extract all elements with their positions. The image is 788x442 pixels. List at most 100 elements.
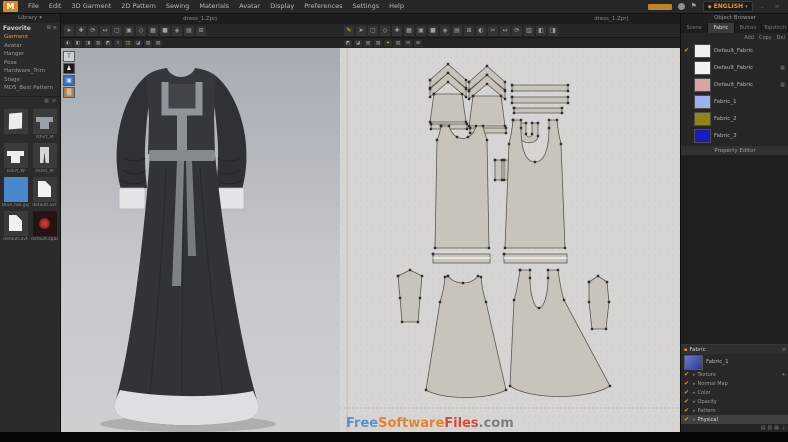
footer-icon[interactable]: ＋ [781,425,786,432]
tool-icon[interactable]: ◫ [124,39,132,47]
view-toggle-icon[interactable]: T [63,51,75,62]
view-toggle-icon[interactable]: ▣ [63,75,75,86]
fabric-property-row[interactable]: ✔ ▸ Physical [681,415,788,424]
close-button[interactable]: ✕ [772,3,782,11]
tool-icon[interactable]: ⊟ [404,39,412,47]
tool-icon[interactable]: ▤ [394,39,402,47]
tool-icon[interactable]: ▨ [154,39,162,47]
library-item[interactable]: Avatar [0,42,60,51]
sleeve-small-left[interactable] [398,270,422,322]
library-item[interactable]: Garment [0,33,60,42]
tool-icon[interactable]: ➤ [64,25,74,36]
menu-icon[interactable]: ≡ [782,347,786,353]
menu-item[interactable]: Help [384,0,409,13]
footer-icon[interactable]: ▤ [761,425,766,431]
tool-icon[interactable]: ▤ [184,25,194,36]
menu-item[interactable]: Preferences [299,0,347,13]
tool-icon[interactable]: ↔ [100,25,110,36]
fabric-swatch[interactable] [694,128,711,143]
fabric-row[interactable]: ✔ Default_Fabric ▦ [681,42,788,59]
tool-icon[interactable]: ▨ [374,39,382,47]
tool-icon[interactable]: ▧ [364,39,372,47]
library-thumbnail[interactable]: default.avt [2,210,29,243]
canvas-2d[interactable] [340,48,680,442]
library-thumbnail[interactable]: Tshirt_M [31,108,58,141]
fabric-row[interactable]: ✔ Default_Fabric ▦ [681,59,788,76]
bodice-front-hem[interactable] [433,254,491,264]
sleeve-stack-right[interactable] [469,66,506,133]
library-item[interactable]: Stage [0,76,60,85]
check-icon[interactable]: ✔ [684,416,691,423]
menu-item[interactable]: Materials [194,0,234,13]
tool-icon[interactable]: ✂ [488,25,498,36]
tool-icon[interactable]: ⟳ [88,25,98,36]
tool-icon[interactable]: ▣ [416,25,426,36]
tool-icon[interactable]: ▥ [94,39,102,47]
tool-icon[interactable]: ▧ [144,39,152,47]
tool-icon[interactable]: ◐ [64,39,72,47]
cuff-1[interactable] [495,160,502,180]
library-thumbnail[interactable]: default.zpac [31,210,58,243]
tool-icon[interactable]: ⊞ [196,25,206,36]
fabric-swatch[interactable] [694,60,711,75]
tool-icon[interactable]: ◐ [476,25,486,36]
tool-icon[interactable]: ▣ [124,25,134,36]
tool-icon[interactable]: ◩ [344,39,352,47]
fabric-property-row[interactable]: ✔ ▸ Pattern [681,406,788,415]
tool-icon[interactable]: ◩ [104,39,112,47]
fabric-action-button[interactable]: Copy [759,35,772,41]
check-icon[interactable]: ✔ [684,407,691,414]
fabric-row[interactable]: ✔ Fabric_1 ▦ [681,93,788,110]
menu-item[interactable]: Edit [44,0,67,13]
minimize-button[interactable]: – [759,3,767,11]
object-browser-tab[interactable]: Button [735,23,762,33]
tool-icon[interactable]: ■ [160,25,170,36]
menu-item[interactable]: Sewing [161,0,195,13]
menu-item[interactable]: Settings [347,0,384,13]
tool-icon[interactable]: ▦ [148,25,158,36]
tool-icon[interactable]: ◨ [84,39,92,47]
fabric-swatch[interactable] [694,77,711,92]
library-thumbnail[interactable]: Pants_M [31,142,58,175]
view-mode-icon[interactable]: ≡ [52,98,56,104]
check-icon[interactable]: ✔ [684,389,691,396]
view-toggle-icon[interactable]: ▒ [63,87,75,98]
library-thumbnail[interactable]: Blue_fab.jpg [2,176,29,209]
library-thumbnail[interactable]: Tshirt_W [2,142,29,175]
fabric-property-row[interactable]: ✔ ▸ Color [681,388,788,397]
sleeve-small-right[interactable] [589,276,609,329]
tool-icon[interactable]: ◇ [380,25,390,36]
fabric-selected-item[interactable]: Fabric_1 [681,354,788,370]
tool-icon[interactable]: ⊞ [414,39,422,47]
fabric-swatch[interactable] [694,94,711,109]
view-toggle-icon[interactable]: ♟ [63,63,75,74]
tool-icon[interactable]: ■ [428,25,438,36]
viewport-2d-tab[interactable]: dress_1.Zprj [340,13,680,24]
tool-icon[interactable]: ▤ [452,25,462,36]
tool-icon[interactable]: ✚ [392,25,402,36]
tool-icon[interactable]: ⟳ [512,25,522,36]
fabric-row[interactable]: ✔ Default_Fabric ▦ [681,76,788,93]
view-mode-icon[interactable]: ▦ [44,98,49,104]
fabric-property-row[interactable]: ✔ ▸ Texture + [681,370,788,379]
tool-icon[interactable]: ➤ [356,25,366,36]
library-thumbnail[interactable]: default.avt [31,176,58,209]
tool-icon[interactable]: ✚ [76,25,86,36]
tool-icon[interactable]: ▦ [404,25,414,36]
flag-icon[interactable]: ⚑ [691,3,697,10]
fabric-action-button[interactable]: Del [777,35,785,41]
footer-icon[interactable]: ▦ [774,425,779,431]
menu-item[interactable]: Avatar [234,0,265,13]
menu-item[interactable]: Display [265,0,299,13]
neck-facing[interactable] [520,123,538,144]
tool-icon[interactable]: ▥ [524,25,534,36]
language-dropdown[interactable]: ◆ ENGLISH ▾ [702,1,753,12]
tool-icon[interactable]: ⊞ [464,25,474,36]
fabric-swatch[interactable] [694,43,711,58]
fabric-row[interactable]: ✔ Fabric_3 ▦ [681,127,788,144]
fabric-property-row[interactable]: ✔ ▸ Normal Map [681,379,788,388]
menu-item[interactable]: File [23,0,44,13]
footer-icon[interactable]: ▥ [768,425,773,431]
tool-icon[interactable]: ◇ [136,25,146,36]
tool-icon[interactable]: ◪ [134,39,142,47]
